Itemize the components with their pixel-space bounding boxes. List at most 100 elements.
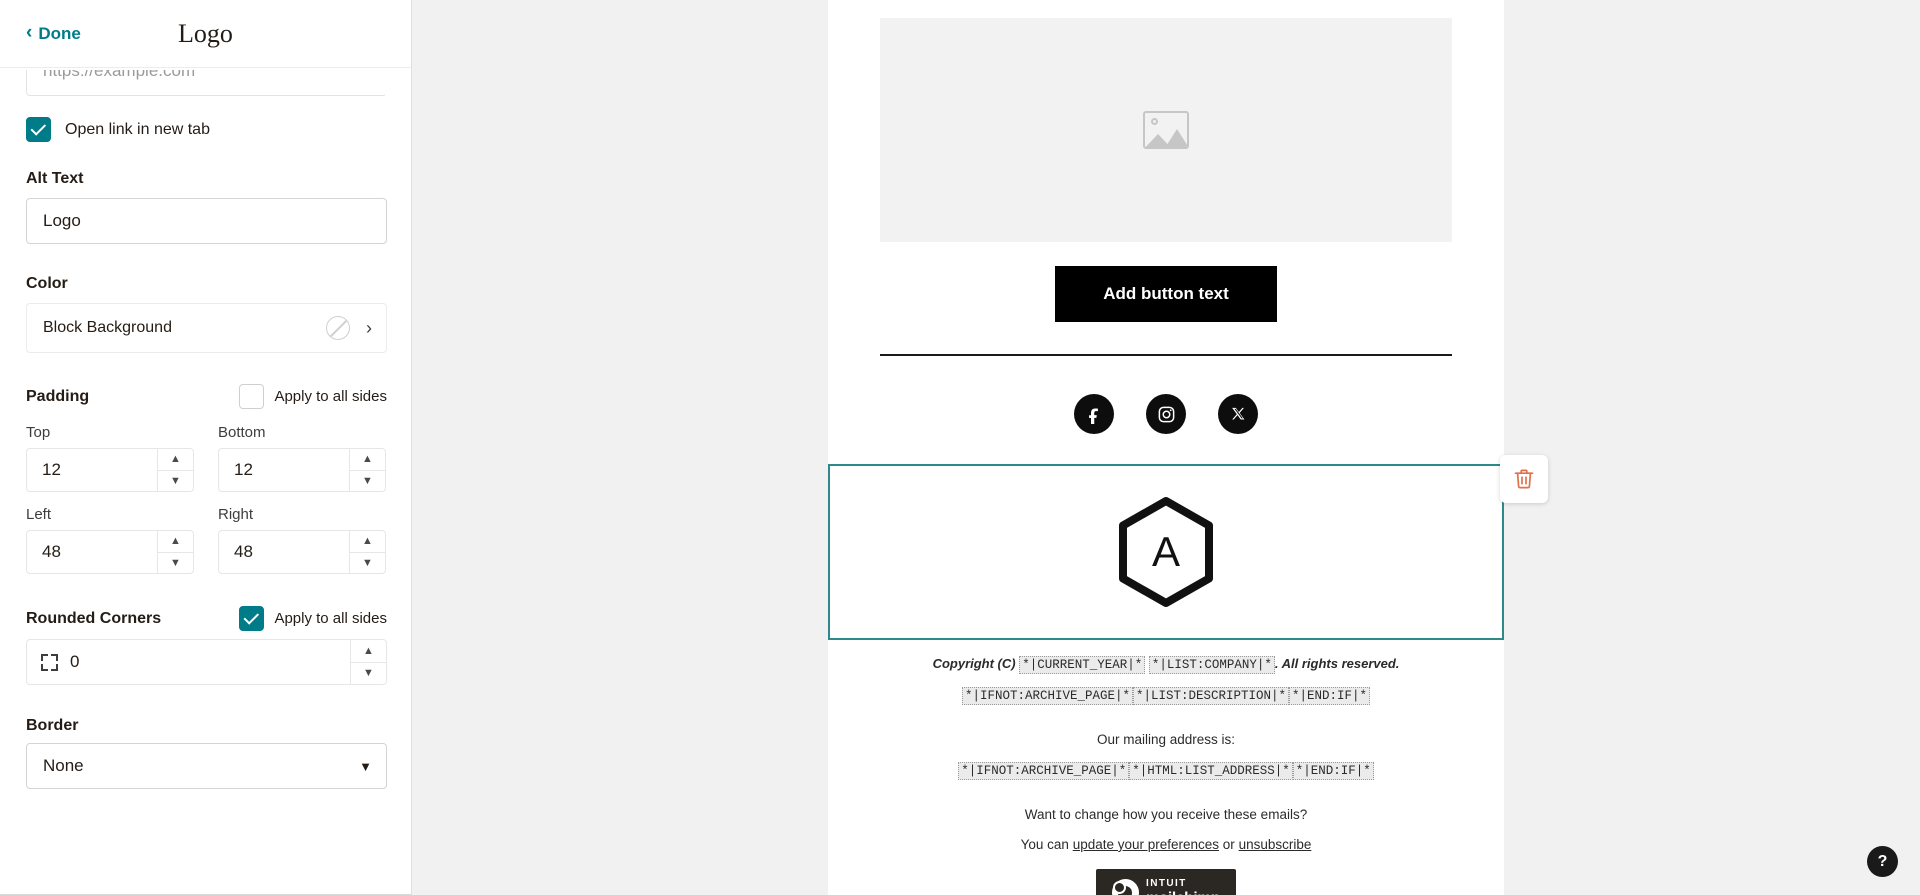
corners-apply-all-checkbox[interactable] [239, 606, 265, 631]
open-new-tab-row[interactable]: Open link in new tab [26, 117, 385, 142]
done-button[interactable]: ‹ Done [26, 22, 81, 44]
padding-left-arrows: ▲ ▼ [157, 531, 193, 573]
logo-block-selected[interactable]: A [828, 464, 1504, 640]
corner-radius-icon [41, 653, 58, 671]
delete-block-button[interactable] [1500, 455, 1548, 503]
svg-text:A: A [1152, 528, 1180, 575]
email-footer: Copyright (C) *|CURRENT_YEAR|* *|LIST:CO… [828, 640, 1504, 895]
padding-apply-all-label: Apply to all sides [274, 388, 387, 405]
copyright-suffix: . All rights reserved. [1274, 656, 1400, 671]
padding-right-stepper[interactable]: 48 ▲ ▼ [218, 530, 386, 574]
add-button-text-button[interactable]: Add button text [1055, 266, 1277, 322]
padding-top-cell: Top 12 ▲ ▼ [26, 424, 194, 492]
copyright-line: Copyright (C) *|CURRENT_YEAR|* *|LIST:CO… [868, 654, 1464, 675]
padding-top-value[interactable]: 12 [27, 449, 157, 491]
instagram-icon[interactable] [1146, 394, 1186, 434]
color-label: Color [26, 275, 68, 292]
no-color-swatch-icon [326, 316, 350, 340]
update-preferences-link[interactable]: update your preferences [1073, 837, 1219, 852]
padding-bottom-stepper[interactable]: 12 ▲ ▼ [218, 448, 386, 492]
padding-left-label: Left [26, 506, 52, 523]
copyright-prefix: Copyright (C) [932, 656, 1020, 671]
rounded-corners-value[interactable]: 0 [70, 652, 79, 672]
padding-top-stepper[interactable]: 12 ▲ ▼ [26, 448, 194, 492]
merge-tag-endif-2[interactable]: *|END:IF|* [1292, 761, 1374, 780]
padding-top-decrement[interactable]: ▼ [158, 471, 193, 492]
preferences-line: You can update your preferences or unsub… [868, 835, 1464, 855]
padding-bottom-decrement[interactable]: ▼ [350, 471, 385, 492]
button-block: Add button text [828, 242, 1504, 344]
check-icon [30, 119, 46, 136]
padding-right-arrows: ▲ ▼ [349, 531, 385, 573]
corners-apply-all-label: Apply to all sides [274, 610, 387, 627]
change-preferences-question: Want to change how you receive these ema… [1024, 806, 1308, 822]
email-content: Add button text A Copyright (C) *|CURREN… [828, 18, 1504, 895]
padding-left-decrement[interactable]: ▼ [158, 553, 193, 574]
intuit-mailchimp-badge[interactable]: INTUIT mailchimp [1096, 869, 1236, 895]
chevron-left-icon: ‹ [26, 22, 33, 43]
badge-intuit-label: INTUIT [1146, 877, 1187, 889]
unsubscribe-link[interactable]: unsubscribe [1239, 837, 1312, 852]
help-button[interactable]: ? [1867, 846, 1898, 877]
padding-bottom-arrows: ▲ ▼ [349, 449, 385, 491]
border-select-value: None [43, 756, 84, 775]
merge-tag-list-company[interactable]: *|LIST:COMPANY|* [1148, 656, 1275, 674]
padding-left-increment[interactable]: ▲ [158, 531, 193, 553]
mailchimp-monkey-icon [1112, 879, 1140, 895]
color-selector[interactable]: Block Background › [26, 303, 387, 353]
padding-right-value[interactable]: 48 [219, 531, 349, 573]
alt-text-label: Alt Text [26, 170, 84, 187]
padding-right-increment[interactable]: ▲ [350, 531, 385, 553]
merge-tag-html-list-address[interactable]: *|HTML:LIST_ADDRESS|* [1129, 761, 1293, 780]
image-block-placeholder[interactable] [880, 18, 1452, 242]
mailing-address-line: *|IFNOT:ARCHIVE_PAGE|* *|HTML:LIST_ADDRES… [868, 760, 1464, 781]
padding-top-label: Top [26, 424, 51, 441]
padding-right-decrement[interactable]: ▼ [350, 553, 385, 574]
badge-mailchimp-label: mailchimp [1146, 891, 1220, 895]
panel-header: ‹ Done Logo [0, 0, 411, 68]
rounded-corners-input[interactable]: 0 ▲ ▼ [26, 639, 387, 685]
chevron-down-icon: ▼ [359, 758, 372, 774]
app-root: ‹ Done Logo https://example.com Open lin… [0, 0, 1920, 895]
padding-header: Padding Apply to all sides [26, 384, 387, 409]
padding-top-arrows: ▲ ▼ [157, 449, 193, 491]
corners-apply-all-row[interactable]: Apply to all sides [239, 606, 387, 631]
color-selector-right: › [326, 316, 372, 340]
email-sheet: Add button text A Copyright (C) *|CURREN… [828, 0, 1504, 895]
padding-apply-all-row[interactable]: Apply to all sides [239, 384, 387, 409]
merge-tag-ifnot-archive-1[interactable]: *|IFNOT:ARCHIVE_PAGE|* [961, 686, 1133, 705]
rounded-corners-increment[interactable]: ▲ [351, 640, 386, 663]
padding-left-value[interactable]: 48 [27, 531, 157, 573]
facebook-icon[interactable] [1074, 394, 1114, 434]
rounded-corners-label: Rounded Corners [26, 609, 162, 627]
padding-row-top-bottom: Top 12 ▲ ▼ Bottom 12 ▲ ▼ [26, 424, 387, 492]
merge-tag-ifnot-archive-2[interactable]: *|IFNOT:ARCHIVE_PAGE|* [958, 761, 1130, 780]
hexagon-a-logo-icon: A [1119, 497, 1213, 607]
border-select[interactable]: None ▼ [26, 743, 387, 789]
padding-right-label: Right [218, 506, 254, 523]
rounded-corners-arrows: ▲ ▼ [350, 640, 386, 684]
trash-icon [1514, 469, 1534, 489]
merge-tag-endif-1[interactable]: *|END:IF|* [1289, 686, 1371, 705]
mailing-address-label: Our mailing address is: [1096, 731, 1236, 747]
open-new-tab-checkbox[interactable] [26, 117, 51, 142]
footer-spacer-2 [868, 791, 1464, 805]
padding-top-increment[interactable]: ▲ [158, 449, 193, 471]
email-canvas: Add button text A Copyright (C) *|CURREN… [412, 0, 1920, 895]
social-block [828, 356, 1504, 456]
alt-text-input[interactable]: Logo [26, 198, 387, 244]
merge-tag-list-description[interactable]: *|LIST:DESCRIPTION|* [1132, 686, 1290, 705]
description-line: *|IFNOT:ARCHIVE_PAGE|* *|LIST:DESCRIPTION… [868, 685, 1464, 706]
padding-bottom-increment[interactable]: ▲ [350, 449, 385, 471]
merge-tag-current-year[interactable]: *|CURRENT_YEAR|* [1019, 656, 1146, 674]
link-url-input[interactable]: https://example.com [26, 70, 385, 96]
padding-apply-all-checkbox[interactable] [239, 384, 265, 409]
rounded-corners-decrement[interactable]: ▼ [351, 663, 386, 685]
padding-bottom-value[interactable]: 12 [219, 449, 349, 491]
footer-spacer [868, 716, 1464, 730]
or-text: or [1219, 836, 1239, 852]
check-icon [243, 608, 260, 625]
padding-left-cell: Left 48 ▲ ▼ [26, 506, 194, 574]
padding-left-stepper[interactable]: 48 ▲ ▼ [26, 530, 194, 574]
x-twitter-icon[interactable] [1218, 394, 1258, 434]
